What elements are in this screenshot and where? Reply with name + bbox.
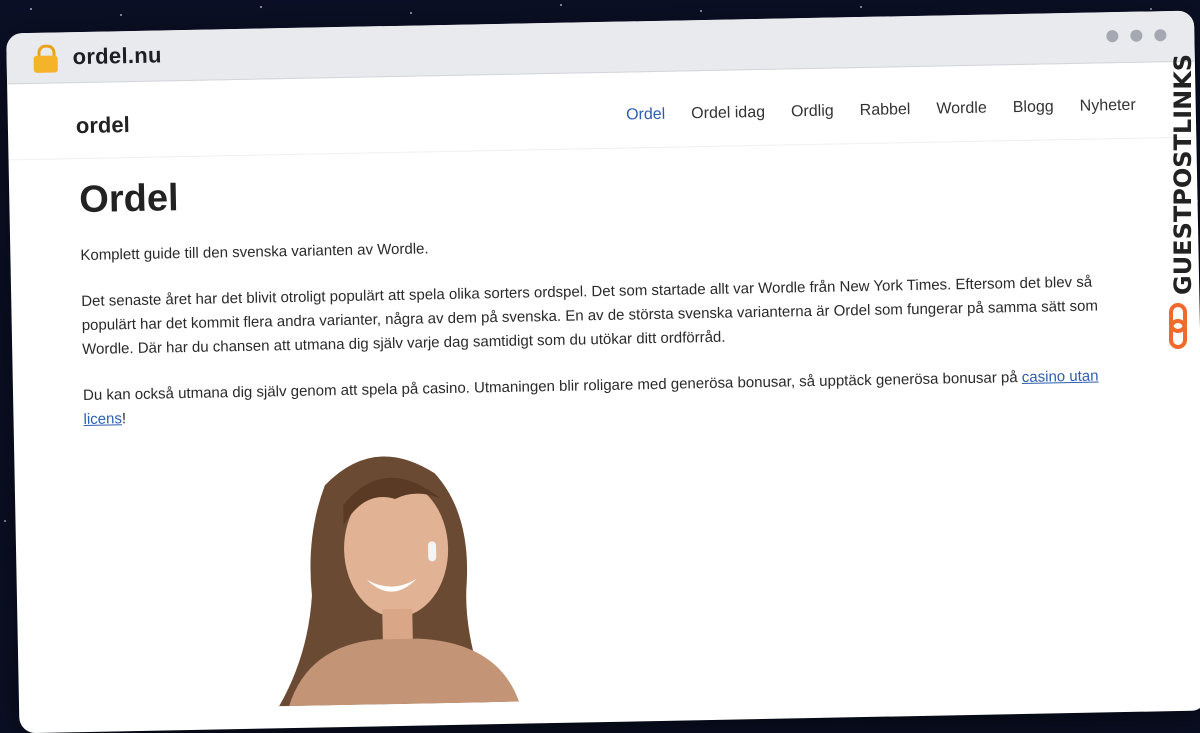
main-nav: Ordel Ordel idag Ordlig Rabbel Wordle Bl…: [626, 97, 1136, 125]
casino-paragraph: Du kan också utmana dig själv genom att …: [83, 364, 1104, 432]
nav-item-nyheter[interactable]: Nyheter: [1080, 97, 1136, 116]
casino-suffix: !: [121, 410, 127, 428]
window-controls: [1106, 29, 1167, 43]
window-dot-icon[interactable]: [1154, 29, 1167, 42]
guestpostlinks-watermark: GUESTPOSTLINKS: [1169, 55, 1197, 349]
nav-item-wordle[interactable]: Wordle: [936, 100, 987, 119]
url-text[interactable]: ordel.nu: [72, 42, 162, 70]
main-content: Ordel Komplett guide till den svenska va…: [9, 138, 1200, 434]
lock-icon: [32, 44, 59, 73]
nav-item-ordlig[interactable]: Ordlig: [791, 103, 834, 122]
window-dot-icon[interactable]: [1106, 30, 1119, 43]
window-dot-icon[interactable]: [1130, 29, 1143, 42]
nav-item-rabbel[interactable]: Rabbel: [860, 101, 911, 120]
nav-item-ordel-idag[interactable]: Ordel idag: [691, 104, 765, 123]
nav-item-blogg[interactable]: Blogg: [1013, 98, 1054, 117]
browser-window: ordel.nu ordel Ordel Ordel idag Ordlig R…: [6, 10, 1200, 733]
intro-text: Komplett guide till den svenska variante…: [80, 240, 429, 265]
woman-with-earbuds-photo: [279, 456, 520, 707]
casino-text: Du kan också utmana dig själv genom att …: [82, 368, 1022, 404]
watermark-text: GUESTPOSTLINKS: [1169, 55, 1197, 295]
site-logo[interactable]: ordel: [76, 112, 130, 139]
nav-item-ordel[interactable]: Ordel: [626, 106, 665, 125]
body-text: Det senaste året har det blivit otroligt…: [81, 273, 1099, 358]
chain-link-icon: [1169, 303, 1187, 349]
